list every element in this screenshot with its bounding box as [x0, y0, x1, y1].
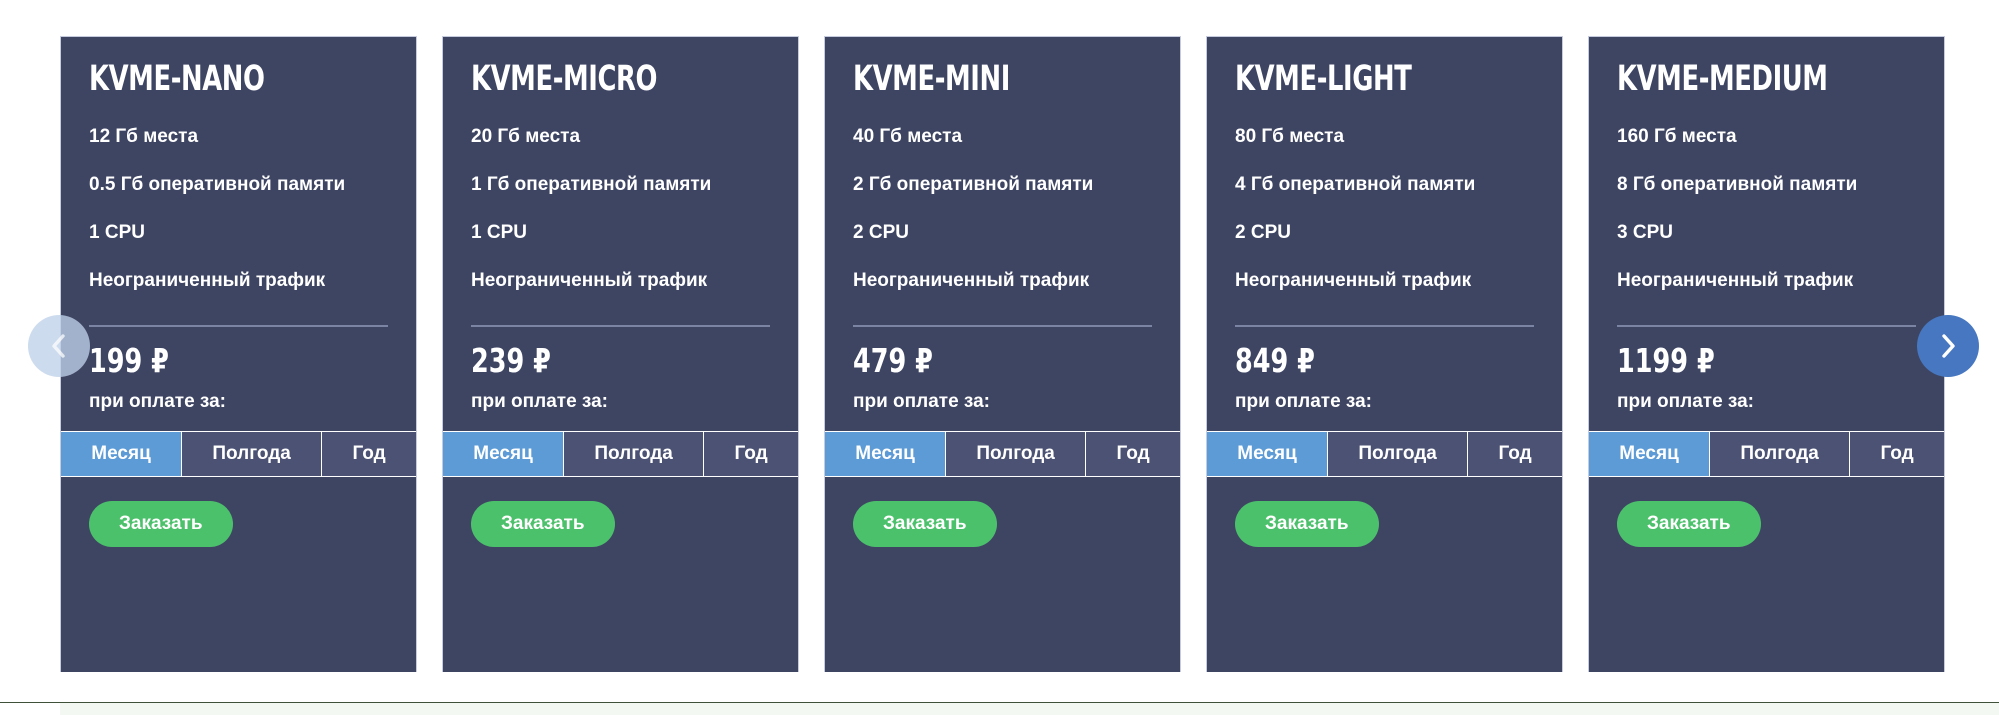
plan-price-block: 849 ₽ при оплате за:: [1207, 327, 1562, 431]
order-button-wrap: Заказать: [1589, 477, 1944, 579]
billing-period-tabs: Месяц Полгода Год: [825, 430, 1180, 477]
plan-price-caption: при оплате за:: [89, 390, 226, 412]
billing-period-tab[interactable]: Год: [1850, 431, 1944, 476]
plan-spec-line: 8 Гб оперативной памяти: [1617, 173, 1858, 195]
order-button-wrap: Заказать: [1207, 477, 1562, 579]
plan-spec-line: 4 Гб оперативной памяти: [1235, 173, 1476, 195]
plan-price-caption: при оплате за:: [471, 390, 608, 412]
billing-period-tabs: Месяц Полгода Год: [1207, 430, 1562, 477]
plan-spec-line: Неограниченный трафик: [1617, 270, 1854, 292]
plan-spec-line: 2 CPU: [1235, 222, 1291, 244]
billing-period-tabs: Месяц Полгода Год: [61, 430, 416, 477]
plan-price: 479 ₽: [853, 340, 933, 380]
plan-card-body: KVME-MINI 40 Гб места 2 Гб оперативной пам…: [825, 37, 1180, 295]
plan-price-block: 199 ₽ при оплате за:: [61, 327, 416, 431]
plan-spec-line: 1 CPU: [471, 222, 527, 244]
plan-price-block: 239 ₽ при оплате за:: [443, 327, 798, 431]
plan-spec-line: Неограниченный трафик: [853, 270, 1090, 292]
billing-period-tab[interactable]: Месяц: [61, 431, 183, 476]
plan-card: KVME-MICRO 20 Гб места 1 Гб оперативной па…: [442, 36, 799, 672]
plan-price: 1199 ₽: [1617, 340, 1715, 380]
billing-period-tabs: Месяц Полгода Год: [1589, 430, 1944, 477]
order-button[interactable]: Заказать: [1617, 500, 1761, 547]
billing-period-tab[interactable]: Год: [1468, 431, 1562, 476]
plan-card: KVME-MINI 40 Гб места 2 Гб оперативной пам…: [824, 36, 1181, 672]
billing-period-tab[interactable]: Полгода: [1328, 431, 1469, 476]
plan-card-body: KVME-MICRO 20 Гб места 1 Гб оперативной па…: [443, 37, 798, 295]
plan-price: 849 ₽: [1235, 340, 1315, 380]
plan-spec-line: 0.5 Гб оперативной памяти: [89, 173, 346, 195]
plan-title: KVME-MINI: [853, 59, 1010, 99]
plan-price-caption: при оплате за:: [1617, 390, 1754, 412]
plan-spec-line: 80 Гб места: [1235, 125, 1345, 147]
billing-period-tab[interactable]: Месяц: [825, 431, 947, 476]
billing-period-tab[interactable]: Месяц: [1589, 431, 1711, 476]
plan-spec-line: 40 Гб места: [853, 125, 963, 147]
plan-spec-line: 20 Гб места: [471, 125, 581, 147]
plan-card-body: KVME-MEDIUM 160 Гб места 8 Гб оперативной …: [1589, 37, 1944, 295]
chevron-left-icon: [48, 331, 70, 361]
billing-period-tab[interactable]: Месяц: [1207, 431, 1329, 476]
plan-card-body: KVME-NANO 12 Гб места 0.5 Гб оперативной п…: [61, 37, 416, 295]
plan-card-body: KVME-LIGHT 80 Гб места 4 Гб оперативной па…: [1207, 37, 1562, 295]
plan-card: KVME-LIGHT 80 Гб места 4 Гб оперативной па…: [1206, 36, 1563, 672]
page-bottom-strip: [60, 703, 1999, 715]
billing-period-tab[interactable]: Год: [1086, 431, 1180, 476]
carousel-prev-button[interactable]: [28, 315, 90, 377]
plan-spec-line: 2 CPU: [853, 222, 909, 244]
order-button[interactable]: Заказать: [853, 500, 997, 547]
plan-title: KVME-MICRO: [471, 59, 658, 99]
plan-price-caption: при оплате за:: [853, 390, 990, 412]
plan-spec-line: Неограниченный трафик: [1235, 270, 1472, 292]
order-button-wrap: Заказать: [61, 477, 416, 579]
order-button[interactable]: Заказать: [471, 500, 615, 547]
billing-period-tab[interactable]: Полгода: [1710, 431, 1851, 476]
plan-spec-line: 160 Гб места: [1617, 125, 1737, 147]
plan-spec-line: 12 Гб места: [89, 125, 199, 147]
billing-period-tab[interactable]: Год: [704, 431, 798, 476]
plan-price-block: 1199 ₽ при оплате за:: [1589, 327, 1944, 431]
cards-track: KVME-NANO 12 Гб места 0.5 Гб оперативной п…: [60, 36, 1999, 672]
order-button-wrap: Заказать: [443, 477, 798, 579]
order-button[interactable]: Заказать: [89, 500, 233, 547]
pricing-carousel: KVME-NANO 12 Гб места 0.5 Гб оперативной п…: [0, 0, 1999, 680]
plan-title: KVME-NANO: [89, 59, 265, 99]
plan-spec-line: Неограниченный трафик: [471, 270, 708, 292]
order-button-wrap: Заказать: [825, 477, 1180, 579]
plan-card: KVME-NANO 12 Гб места 0.5 Гб оперативной п…: [60, 36, 417, 672]
plan-spec-line: 1 CPU: [89, 222, 145, 244]
plan-spec-line: Неограниченный трафик: [89, 270, 326, 292]
carousel-next-button[interactable]: [1917, 315, 1979, 377]
plan-spec-line: 3 CPU: [1617, 222, 1673, 244]
billing-period-tab[interactable]: Полгода: [182, 431, 323, 476]
cards-viewport: KVME-NANO 12 Гб места 0.5 Гб оперативной п…: [60, 36, 1999, 672]
plan-title: KVME-MEDIUM: [1617, 59, 1828, 99]
plan-spec-line: 2 Гб оперативной памяти: [853, 173, 1094, 195]
plan-price: 199 ₽: [89, 340, 169, 380]
billing-period-tab[interactable]: Полгода: [564, 431, 705, 476]
billing-period-tab[interactable]: Месяц: [443, 431, 565, 476]
plan-price-caption: при оплате за:: [1235, 390, 1372, 412]
plan-price-block: 479 ₽ при оплате за:: [825, 327, 1180, 431]
plan-title: KVME-LIGHT: [1235, 59, 1412, 99]
order-button[interactable]: Заказать: [1235, 500, 1379, 547]
chevron-right-icon: [1937, 331, 1959, 361]
plan-spec-line: 1 Гб оперативной памяти: [471, 173, 712, 195]
plan-card: KVME-MEDIUM 160 Гб места 8 Гб оперативной …: [1588, 36, 1945, 672]
billing-period-tabs: Месяц Полгода Год: [443, 430, 798, 477]
billing-period-tab[interactable]: Полгода: [946, 431, 1087, 476]
billing-period-tab[interactable]: Год: [322, 431, 416, 476]
plan-price: 239 ₽: [471, 340, 551, 380]
